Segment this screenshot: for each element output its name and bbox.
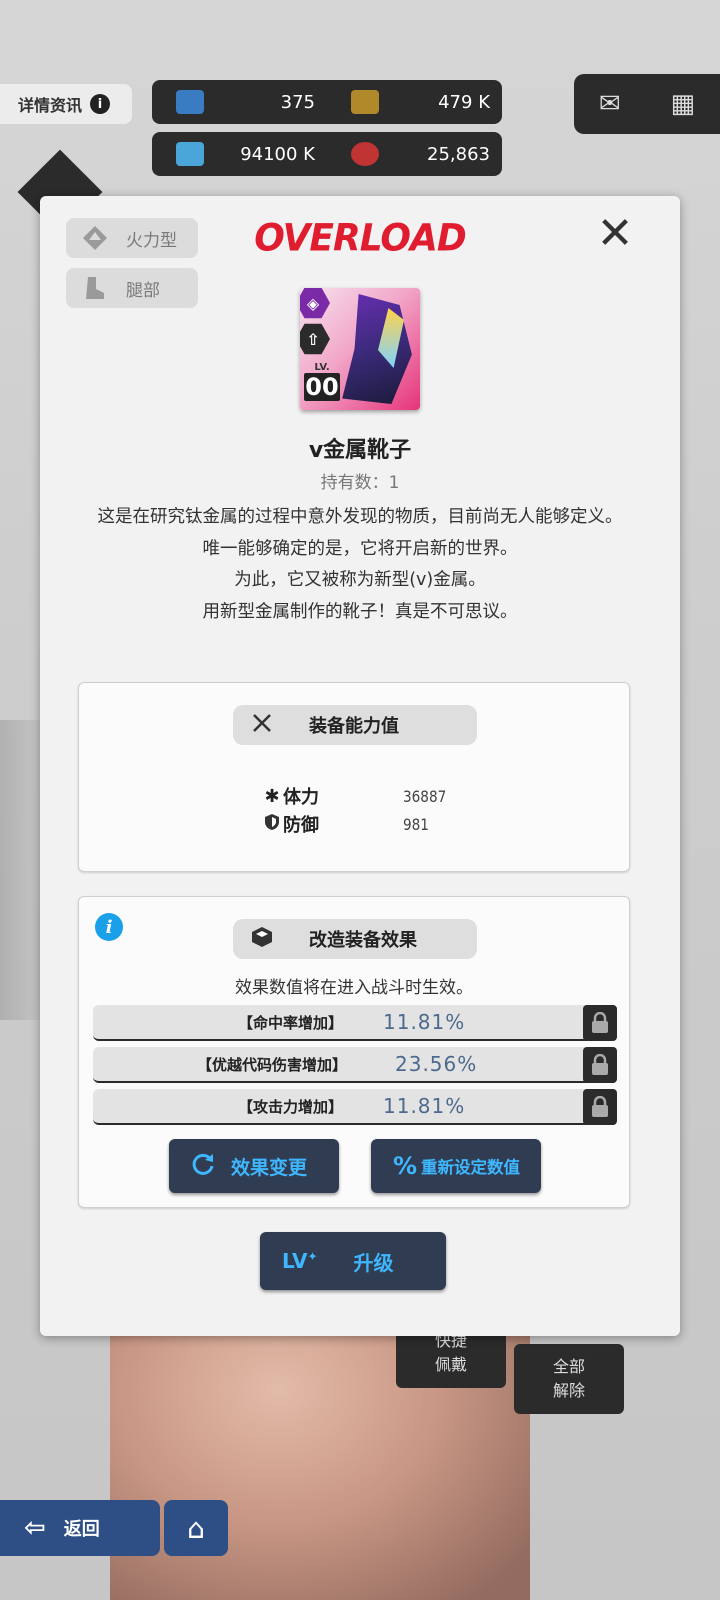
resource-value: 479 K (438, 91, 490, 113)
close-button[interactable]: ✕ (594, 212, 636, 256)
level-up-icon: LV✦ (282, 1249, 318, 1273)
details-button[interactable]: 详情资讯 i (0, 84, 132, 124)
info-icon: i (90, 94, 111, 114)
unequip-all-label: 全部 解除 (552, 1357, 585, 1400)
stats-panel: 装备能力值 ✱ 体力 36887 防御 981 (78, 682, 630, 872)
effect-label: 【攻击力增加】 (237, 1097, 343, 1116)
top-right-menu: ✉ ▦ (574, 74, 720, 134)
lock-icon (592, 1012, 608, 1033)
resource-value: 94100 K (240, 143, 315, 165)
material-icon (176, 142, 204, 166)
overload-logo: OVERLOAD (254, 216, 467, 261)
home-icon: ⌂ (187, 1511, 205, 1545)
level-up-prefix: LV (282, 1249, 308, 1273)
home-button[interactable]: ⌂ (164, 1500, 228, 1556)
resource-value: 25,863 (427, 143, 490, 165)
resource-value: 375 (280, 91, 315, 113)
grid-menu-icon[interactable]: ▦ (671, 89, 696, 119)
credit-card-icon (351, 90, 379, 114)
stat-row: 防御 981 (261, 811, 434, 837)
quick-equip-label: 快捷 佩戴 (434, 1331, 467, 1374)
item-level: LV. 00 (304, 362, 340, 406)
boot-icon (80, 273, 110, 303)
stat-value: 981 (403, 814, 429, 834)
effects-note: 效果数值将在进入战斗时生效。 (235, 978, 473, 998)
lock-icon (592, 1096, 608, 1117)
hp-icon: ✱ (264, 785, 280, 807)
item-description: 这是在研究钛金属的过程中意外发现的物质，目前尚无人能够定义。 唯一能够确定的是，… (76, 502, 644, 628)
change-effect-button[interactable]: 效果变更 (169, 1139, 339, 1193)
info-icon[interactable]: i (95, 913, 123, 941)
percent-icon: % (393, 1152, 418, 1180)
resource-row-2: 94100 K 25,863 (152, 132, 502, 176)
level-value: 00 (304, 373, 340, 401)
refresh-icon (191, 1152, 215, 1181)
slot-label: 腿部 (126, 280, 160, 301)
effect-value: 11.81% (383, 1010, 466, 1034)
stat-value: 36887 (403, 786, 447, 806)
change-effect-label: 效果变更 (231, 1156, 308, 1179)
effect-value: 11.81% (383, 1094, 466, 1118)
effect-row: 【命中率增加】 11.81% (93, 1005, 617, 1041)
level-up-label: 升级 (353, 1250, 394, 1275)
unequip-all-button[interactable]: 全部 解除 (514, 1344, 624, 1414)
class-hex-icon: ⇧ (300, 323, 330, 355)
lock-button[interactable] (583, 1047, 617, 1083)
effects-title-label: 改造装备效果 (309, 930, 417, 951)
back-icon: ⇦ (24, 1513, 46, 1543)
boots-art (342, 294, 412, 404)
stat-label: 体力 (283, 787, 319, 808)
lock-button[interactable] (583, 1005, 617, 1041)
description-line: 为此，它又被称为新型(v)金属。 (234, 570, 486, 590)
effects-panel-title: 改造装备效果 (233, 919, 477, 959)
core-icon (351, 142, 379, 166)
shield-icon (261, 813, 283, 835)
effect-label: 【命中率增加】 (237, 1013, 343, 1032)
effect-row: 【优越代码伤害增加】 23.56% (93, 1047, 617, 1083)
effect-row: 【攻击力增加】 11.81% (93, 1089, 617, 1125)
cube-icon (251, 926, 273, 953)
equipment-detail-modal: 火力型 腿部 OVERLOAD ✕ ◈ ⇧ LV. 00 v金属靴子 持有数：1… (40, 196, 680, 1336)
effect-label: 【优越代码伤害增加】 (196, 1055, 347, 1074)
stats-title-label: 装备能力值 (309, 716, 399, 737)
lock-icon (592, 1054, 608, 1075)
details-label: 详情资讯 (18, 96, 83, 115)
close-icon: ✕ (596, 208, 634, 259)
reset-values-label: 重新设定数值 (421, 1158, 521, 1177)
resource-row-1: 375 479 K (152, 80, 502, 124)
crossed-swords-icon (251, 712, 273, 739)
rarity-hex-icon: ◈ (300, 288, 330, 319)
lock-button[interactable] (583, 1089, 617, 1125)
level-up-button[interactable]: LV✦ 升级 (260, 1232, 446, 1290)
item-card: ◈ ⇧ LV. 00 (300, 288, 420, 410)
back-button[interactable]: ⇦ 返回 (0, 1500, 160, 1556)
mail-icon[interactable]: ✉ (599, 89, 621, 119)
back-label: 返回 (63, 1519, 100, 1540)
stats-panel-title: 装备能力值 (233, 705, 477, 745)
stat-row: ✱ 体力 36887 (261, 783, 454, 809)
crystal-icon (176, 90, 204, 114)
reset-values-button[interactable]: % 重新设定数值 (371, 1139, 541, 1193)
description-line: 用新型金属制作的靴子！真是不可思议。 (202, 601, 518, 622)
item-name: v金属靴子 (308, 438, 412, 463)
description-line: 这是在研究钛金属的过程中意外发现的物质，目前尚无人能够定义。 (97, 507, 623, 527)
effect-value: 23.56% (395, 1052, 478, 1076)
effects-panel: i 改造装备效果 效果数值将在进入战斗时生效。 【命中率增加】 11.81% 【… (78, 896, 630, 1208)
slot-tag: 腿部 (66, 268, 198, 308)
owned-count: 持有数：1 (320, 473, 400, 493)
level-prefix: LV. (314, 362, 330, 373)
stat-label: 防御 (283, 815, 319, 836)
description-line: 唯一能够确定的是，它将开启新的世界。 (202, 538, 518, 559)
